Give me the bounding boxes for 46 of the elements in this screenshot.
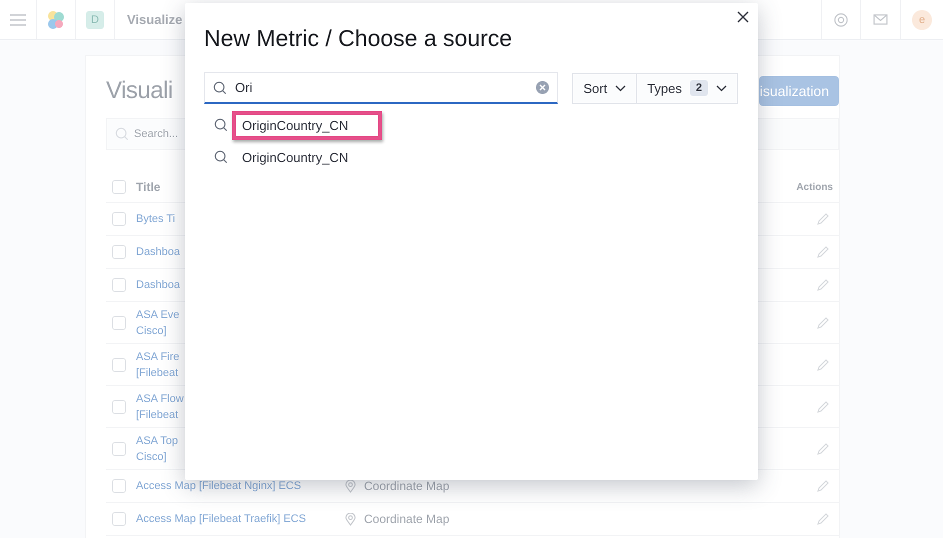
pencil-icon[interactable] xyxy=(817,279,829,291)
search-result[interactable]: OriginCountry_CN xyxy=(232,110,382,140)
logo-icon[interactable] xyxy=(46,10,66,30)
pencil-icon[interactable] xyxy=(817,316,829,328)
types-button[interactable]: Types 2 xyxy=(637,74,737,102)
search-icon xyxy=(214,150,228,164)
search-icon xyxy=(213,80,227,94)
pencil-icon[interactable] xyxy=(817,513,829,525)
close-button[interactable] xyxy=(736,10,750,24)
menu-icon[interactable] xyxy=(10,14,26,26)
chevron-down-icon xyxy=(716,84,727,92)
checkbox[interactable] xyxy=(112,316,126,330)
clear-icon xyxy=(539,84,546,91)
pencil-icon[interactable] xyxy=(817,480,829,492)
search-icon xyxy=(214,118,228,132)
search-icon xyxy=(115,127,129,141)
pencil-icon[interactable] xyxy=(817,400,829,412)
type-label: Coordinate Map xyxy=(364,512,450,526)
checkbox[interactable] xyxy=(112,278,126,292)
search-field[interactable]: Ori xyxy=(204,72,558,104)
page-title: Visuali xyxy=(106,77,173,105)
checkbox[interactable] xyxy=(112,180,126,194)
checkbox[interactable] xyxy=(112,245,126,259)
count-badge: 2 xyxy=(690,80,708,96)
pencil-icon[interactable] xyxy=(817,442,829,454)
help-icon[interactable] xyxy=(834,12,848,26)
map-pin-icon xyxy=(345,512,356,526)
mail-icon[interactable] xyxy=(873,14,888,25)
clear-button[interactable] xyxy=(536,81,550,94)
pencil-icon[interactable] xyxy=(817,358,829,370)
map-pin-icon xyxy=(345,480,356,492)
pencil-icon[interactable] xyxy=(817,213,829,225)
checkbox[interactable] xyxy=(112,442,126,456)
search-result[interactable]: OriginCountry_CN xyxy=(232,142,382,172)
checkbox[interactable] xyxy=(112,512,126,526)
checkbox[interactable] xyxy=(112,212,126,226)
search-input[interactable]: Ori xyxy=(235,80,528,95)
checkbox[interactable] xyxy=(112,400,126,414)
checkbox[interactable] xyxy=(112,358,126,372)
checkbox[interactable] xyxy=(112,479,126,493)
type-label: Coordinate Map xyxy=(364,479,450,493)
dialog-title: New Metric / Choose a source xyxy=(204,25,514,52)
chevron-down-icon xyxy=(615,84,626,92)
sort-button[interactable]: Sort xyxy=(573,74,638,102)
column-header: Actions xyxy=(796,182,833,192)
pencil-icon[interactable] xyxy=(817,246,829,258)
